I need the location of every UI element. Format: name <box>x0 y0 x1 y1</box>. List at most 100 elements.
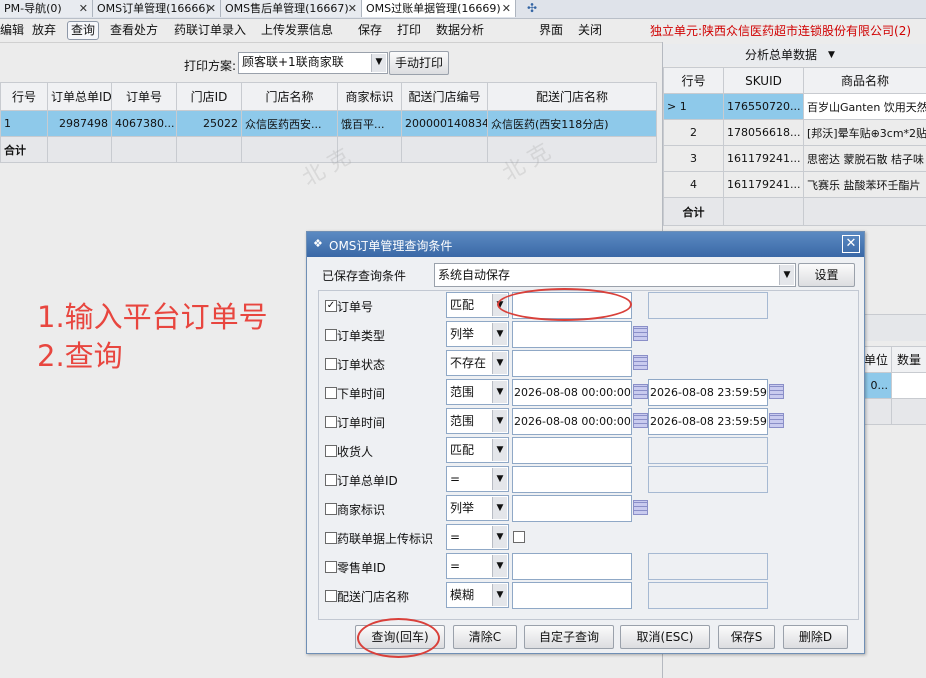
condition-checkbox[interactable] <box>325 387 337 399</box>
operator-select[interactable]: 模糊 ▼ <box>446 582 509 608</box>
col-header[interactable]: 数量 <box>891 346 926 373</box>
operator-select[interactable]: = ▼ <box>446 524 509 550</box>
chevron-down-icon[interactable]: ▼ <box>492 410 507 432</box>
value2-field[interactable] <box>648 437 768 464</box>
cell[interactable]: 161179241... <box>723 145 804 172</box>
value2-field[interactable] <box>648 466 768 493</box>
condition-checkbox[interactable] <box>325 474 337 486</box>
operator-select[interactable]: 范围 ▼ <box>446 408 509 434</box>
cell[interactable]: 百岁山Ganten 饮用天然 <box>803 93 926 120</box>
cell[interactable]: 2987498 <box>47 110 112 137</box>
print-button[interactable]: 打印 <box>397 22 421 39</box>
table-row[interactable]: > 1 176550720... 百岁山Ganten 饮用天然 <box>663 93 926 120</box>
save-button[interactable]: 保存 <box>358 22 382 39</box>
cell[interactable]: 3 <box>663 145 724 172</box>
tab-oms-aftersale[interactable]: OMS售后单管理(16667) ✕ <box>221 0 362 17</box>
chevron-down-icon[interactable]: ▼ <box>492 439 507 461</box>
condition-checkbox[interactable] <box>325 416 337 428</box>
settings-button[interactable]: 设置 <box>798 263 855 287</box>
col-header[interactable]: 订单总单ID <box>47 82 112 111</box>
calendar-icon[interactable] <box>769 413 784 428</box>
chevron-down-icon[interactable]: ▼ <box>492 584 507 606</box>
table-row[interactable]: 4 161179241... 飞赛乐 盐酸苯环壬酯片 <box>663 171 926 198</box>
chevron-down-icon[interactable]: ▼ <box>371 54 386 72</box>
close-icon[interactable]: ✕ <box>502 0 511 17</box>
operator-select[interactable]: 列举 ▼ <box>446 321 509 347</box>
cell[interactable]: > 1 <box>663 93 724 120</box>
manual-print-button[interactable]: 手动打印 <box>389 51 449 75</box>
caret-down-icon[interactable]: ▼ <box>828 44 835 66</box>
chevron-down-icon[interactable]: ▼ <box>492 526 507 548</box>
chevron-down-icon[interactable]: ▼ <box>492 352 507 374</box>
condition-checkbox[interactable] <box>325 445 337 457</box>
cell[interactable]: 饿百平... <box>337 110 402 137</box>
cell[interactable]: [邦沃]晕车贴⊕3cm*2贴 <box>803 119 926 146</box>
start-datetime-field[interactable]: 2026-08-08 00:00:00 <box>512 408 632 435</box>
save-condition-button[interactable]: 保存S <box>718 625 775 649</box>
cell[interactable]: 176550720... <box>723 93 804 120</box>
condition-checkbox[interactable] <box>325 532 337 544</box>
table-row[interactable]: 0... <box>855 372 926 399</box>
start-datetime-field[interactable]: 2026-08-08 00:00:00 <box>512 379 632 406</box>
condition-checkbox[interactable] <box>325 561 337 573</box>
clear-button[interactable]: 清除C <box>453 625 517 649</box>
close-icon[interactable]: ✕ <box>207 0 216 17</box>
col-header[interactable]: SKUID <box>723 67 804 94</box>
value-field[interactable] <box>512 466 632 493</box>
operator-select[interactable]: 匹配 ▼ <box>446 437 509 463</box>
col-header[interactable]: 配送门店编号 <box>401 82 488 111</box>
table-row[interactable]: 1 2987498 4067380... 25022 众信医药西安... 饿百平… <box>0 110 657 137</box>
tab-pm-nav[interactable]: PM-导航(0) ✕ <box>0 0 93 17</box>
list-picker-icon[interactable] <box>633 500 648 515</box>
value-field[interactable] <box>512 553 632 580</box>
dialog-titlebar[interactable]: ❖ OMS订单管理查询条件 ✕ <box>307 232 864 257</box>
condition-checkbox[interactable] <box>325 503 337 515</box>
calendar-icon[interactable] <box>769 384 784 399</box>
value-field[interactable] <box>512 321 632 348</box>
cell[interactable]: 178056618... <box>723 119 804 146</box>
cell[interactable]: 众信医药(西安118分店) <box>487 110 657 137</box>
operator-select[interactable]: = ▼ <box>446 553 509 579</box>
operator-select[interactable]: 范围 ▼ <box>446 379 509 405</box>
cell[interactable]: 4 <box>663 171 724 198</box>
cell[interactable]: 思密达 蒙脱石散 桔子味 <box>803 145 926 172</box>
cell[interactable] <box>891 372 926 399</box>
cancel-button[interactable]: 取消(ESC) <box>620 625 710 649</box>
discard-button[interactable]: 放弃 <box>32 22 56 39</box>
cell[interactable]: 众信医药西安... <box>241 110 338 137</box>
close-icon[interactable]: ✕ <box>79 0 88 17</box>
end-datetime-field[interactable]: 2026-08-08 23:59:59 <box>648 408 768 435</box>
delete-condition-button[interactable]: 删除D <box>783 625 848 649</box>
value-field[interactable] <box>512 582 632 609</box>
chevron-down-icon[interactable]: ▼ <box>492 555 507 577</box>
close-icon[interactable]: ✕ <box>348 0 357 17</box>
table-row[interactable]: 2 178056618... [邦沃]晕车贴⊕3cm*2贴 <box>663 119 926 146</box>
operator-select[interactable]: 不存在 ▼ <box>446 350 509 376</box>
table-row[interactable]: 3 161179241... 思密达 蒙脱石散 桔子味 <box>663 145 926 172</box>
col-header[interactable]: 订单号 <box>111 82 177 111</box>
col-header[interactable]: 商家标识 <box>337 82 402 111</box>
print-scheme-select[interactable]: 顾客联+1联商家联 ▼ <box>238 52 388 74</box>
yaolian-order-entry-button[interactable]: 药联订单录入 <box>174 22 246 39</box>
upload-invoice-button[interactable]: 上传发票信息 <box>261 22 333 39</box>
chevron-down-icon[interactable]: ▼ <box>492 323 507 345</box>
col-header[interactable]: 行号 <box>0 82 48 111</box>
col-header[interactable]: 行号 <box>663 67 724 94</box>
edit-button[interactable]: 编辑 <box>0 22 24 39</box>
condition-checkbox[interactable] <box>325 358 337 370</box>
tab-oms-orders[interactable]: OMS订单管理(16666) ✕ <box>93 0 221 17</box>
col-header[interactable]: 商品名称 <box>803 67 926 94</box>
close-button[interactable]: 关闭 <box>578 22 602 39</box>
cell[interactable]: 200000140834 <box>401 110 488 137</box>
value2-field[interactable] <box>648 553 768 580</box>
list-picker-icon[interactable] <box>633 326 648 341</box>
chevron-down-icon[interactable]: ▼ <box>492 468 507 490</box>
cell[interactable]: 1 <box>0 110 48 137</box>
calendar-icon[interactable] <box>633 413 648 428</box>
cell[interactable]: 25022 <box>176 110 242 137</box>
list-picker-icon[interactable] <box>633 355 648 370</box>
chevron-down-icon[interactable]: ▼ <box>492 497 507 519</box>
operator-select[interactable]: 列举 ▼ <box>446 495 509 521</box>
condition-checkbox[interactable]: ✓ <box>325 300 337 312</box>
col-header[interactable]: 门店名称 <box>241 82 338 111</box>
